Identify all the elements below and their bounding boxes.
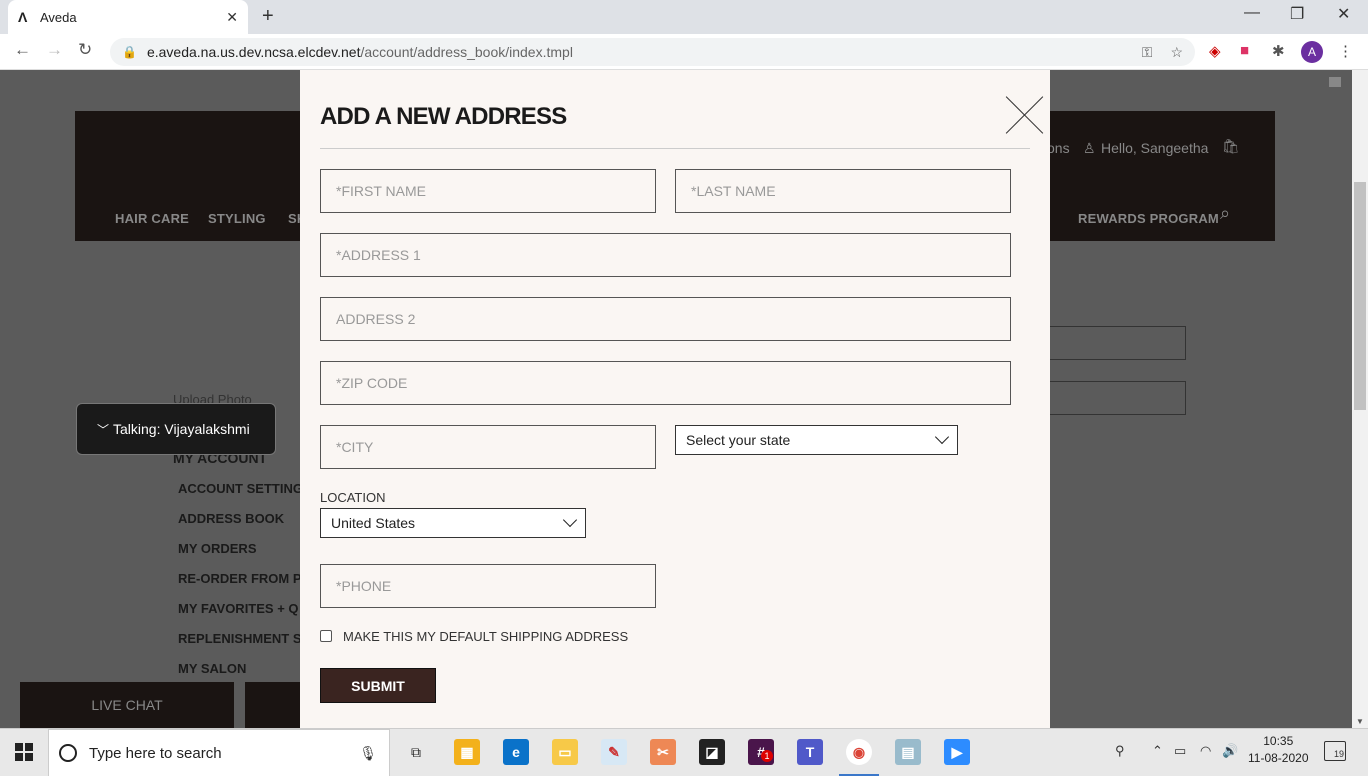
phone-input[interactable] — [320, 564, 656, 608]
zoom-icon[interactable]: ▶ — [944, 739, 970, 765]
location-label: LOCATION — [320, 490, 386, 505]
zip-code-input[interactable] — [320, 361, 1011, 405]
address1-input[interactable] — [320, 233, 1011, 277]
search-icon[interactable]: ⌕ — [1220, 203, 1230, 224]
tray-chevron-up-icon[interactable]: ⌃ — [1152, 743, 1163, 759]
menu-my-salon[interactable]: MY SALON — [178, 661, 246, 676]
nav-styling[interactable]: STYLING — [208, 211, 266, 226]
chevron-down-icon — [562, 512, 578, 528]
location-select-value: United States — [331, 515, 416, 531]
lock-icon: 🔒 — [122, 45, 137, 59]
close-tab-icon[interactable]: ✕ — [226, 9, 238, 26]
notification-icon[interactable]: 19 — [1324, 741, 1346, 761]
slack-badge: 1 — [761, 750, 773, 762]
modal-title: ADD A NEW ADDRESS — [320, 103, 567, 130]
microphone-icon[interactable]: 🎙 — [359, 745, 377, 762]
menu-my-orders[interactable]: MY ORDERS — [178, 541, 257, 556]
back-icon[interactable]: ← — [14, 40, 31, 60]
bag-icon[interactable]: 🛍 — [1222, 138, 1240, 155]
scrollbar-thumb[interactable] — [1354, 182, 1366, 410]
background-field — [1045, 381, 1186, 415]
menu-kebab-icon[interactable]: ⋮ — [1338, 42, 1353, 60]
aveda-favicon-icon: Λ — [18, 9, 28, 25]
first-name-input[interactable] — [320, 169, 656, 213]
greeting[interactable]: Hello, Sangeetha — [1101, 140, 1208, 156]
forward-icon[interactable]: → — [46, 40, 63, 60]
background-field — [1045, 326, 1186, 360]
sticky-notes-icon[interactable]: ◪ — [699, 739, 725, 765]
menu-account-settings[interactable]: ACCOUNT SETTINGS — [178, 481, 312, 496]
browser-tab-bar: Λ Aveda ✕ + — ❐ ✕ — [0, 0, 1368, 34]
last-name-input[interactable] — [675, 169, 1011, 213]
volume-icon[interactable]: 🔊 — [1222, 743, 1238, 759]
talking-label: Talking: Vijayalakshmi — [113, 421, 250, 437]
snip-icon[interactable]: ✂ — [650, 739, 676, 765]
address-bar[interactable]: 🔒 e.aveda.na.us.dev.ncsa.elcdev.net/acco… — [110, 38, 1195, 66]
new-tab-icon[interactable]: + — [262, 5, 274, 28]
address2-input[interactable] — [320, 297, 1011, 341]
clock-date: 11-08-2020 — [1248, 751, 1309, 765]
puzzle-icon[interactable]: ✱ — [1272, 42, 1285, 60]
title-divider — [320, 148, 1030, 149]
people-icon[interactable]: ⚲ — [1115, 743, 1125, 759]
default-shipping-checkbox[interactable] — [320, 630, 332, 642]
star-icon[interactable]: ☆ — [1170, 44, 1183, 61]
menu-replenishment[interactable]: REPLENISHMENT S — [178, 631, 302, 646]
state-select[interactable]: Select your state — [675, 425, 958, 455]
security-extension-icon[interactable]: ◈ — [1209, 42, 1221, 60]
chevron-down-icon[interactable]: ﹀ — [97, 421, 109, 438]
teams-icon[interactable]: T — [797, 739, 823, 765]
browser-toolbar: ← → ↻ 🔒 e.aveda.na.us.dev.ncsa.elcdev.ne… — [0, 34, 1368, 70]
reload-icon[interactable]: ↻ — [78, 40, 92, 60]
chat-secondary-button[interactable] — [245, 682, 305, 728]
taskbar-search-placeholder: Type here to search — [89, 744, 222, 762]
scroll-down-icon[interactable]: ▼ — [1356, 717, 1364, 726]
file-explorer-icon[interactable]: ▭ — [552, 739, 578, 765]
restore-icon[interactable]: ❐ — [1290, 4, 1304, 24]
wifi-icon[interactable]: ◠ — [1200, 743, 1211, 759]
user-icon[interactable]: ♙ — [1083, 140, 1096, 157]
taskbar-search[interactable]: Type here to search 🎙 — [48, 729, 390, 776]
color-extension-icon[interactable]: ■ — [1240, 42, 1249, 59]
windows-start-icon[interactable] — [15, 743, 33, 761]
minimize-icon[interactable]: — — [1244, 4, 1260, 22]
url-host: e.aveda.na.us.dev.ncsa.elcdev.net — [146, 44, 361, 60]
menu-address-book[interactable]: ADDRESS BOOK — [178, 511, 284, 526]
chevron-down-icon — [934, 429, 950, 445]
browser-tab[interactable]: Λ Aveda ✕ — [8, 0, 248, 34]
profile-avatar[interactable]: A — [1301, 41, 1323, 63]
paint-icon[interactable]: ✎ — [601, 739, 627, 765]
location-select[interactable]: United States — [320, 508, 586, 538]
battery-icon[interactable]: ▭ — [1174, 743, 1186, 759]
default-shipping-label[interactable]: MAKE THIS MY DEFAULT SHIPPING ADDRESS — [343, 629, 628, 644]
key-icon[interactable]: ⚿ — [1142, 44, 1153, 61]
menu-reorder[interactable]: RE-ORDER FROM PA — [178, 571, 310, 586]
windows-taskbar: Type here to search 🎙 ⧉ ▦ e ▭ ✎ ✂ ◪ # 1 … — [0, 728, 1368, 776]
notepad-icon[interactable]: ▤ — [895, 739, 921, 765]
system-clock[interactable]: 10:35 11-08-2020 — [1248, 733, 1309, 767]
add-address-modal: ADD A NEW ADDRESS Select your state LOCA… — [300, 70, 1050, 728]
url-text: e.aveda.na.us.dev.ncsa.elcdev.net/accoun… — [147, 44, 1124, 60]
menu-my-favorites[interactable]: MY FAVORITES + Q — [178, 601, 299, 616]
nav-rewards-program[interactable]: REWARDS PROGRAM — [1078, 211, 1219, 226]
search-circle-icon — [59, 744, 77, 762]
tab-title: Aveda — [40, 9, 77, 25]
chrome-icon[interactable]: ◉ — [846, 739, 872, 765]
store-icon[interactable]: ▦ — [454, 739, 480, 765]
chat-talking-widget[interactable]: ﹀ Talking: Vijayalakshmi — [76, 403, 276, 455]
close-icon[interactable] — [1006, 95, 1044, 133]
city-input[interactable] — [320, 425, 656, 469]
edge-icon[interactable]: e — [503, 739, 529, 765]
partial-link[interactable]: ons — [1047, 140, 1070, 156]
page-scrollbar[interactable]: ▼ — [1352, 70, 1368, 728]
url-path: /account/address_book/index.tmpl — [360, 44, 573, 60]
side-widget[interactable] — [1329, 77, 1341, 87]
submit-button[interactable]: SUBMIT — [320, 668, 436, 703]
state-select-value: Select your state — [686, 432, 791, 448]
close-window-icon[interactable]: ✕ — [1337, 4, 1350, 24]
live-chat-button[interactable]: LIVE CHAT — [20, 682, 234, 728]
clock-time: 10:35 — [1263, 734, 1294, 748]
task-view-icon[interactable]: ⧉ — [403, 739, 429, 765]
nav-hair-care[interactable]: HAIR CARE — [115, 211, 189, 226]
